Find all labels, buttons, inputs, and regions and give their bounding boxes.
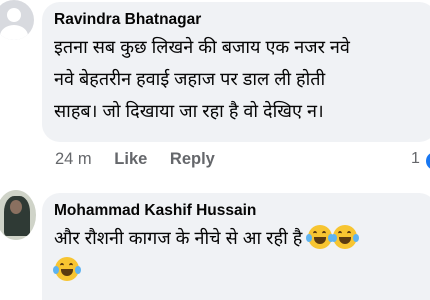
comment-timestamp[interactable]: 24 m bbox=[55, 150, 92, 168]
avatar-face bbox=[10, 200, 22, 214]
face-with-tears-of-joy-icon bbox=[306, 225, 335, 249]
comment-text-line: नवे बेहतरीन हवाई जहाज पर डाल ली होती bbox=[54, 69, 326, 89]
default-avatar-head bbox=[7, 8, 21, 22]
comment-text-line bbox=[53, 255, 425, 285]
like-button[interactable]: Like bbox=[114, 150, 147, 168]
comment-author[interactable]: Ravindra Bhatnagar bbox=[54, 10, 425, 30]
comment-author[interactable]: Mohammad Kashif Hussain bbox=[54, 201, 425, 221]
comment-bubble: Ravindra Bhatnagar इतना सब कुछ लिखने की … bbox=[42, 2, 430, 142]
comment-text-line: और रौशनी कागज के नीचे से आ रही है bbox=[54, 223, 425, 253]
comment-text-line: साहब। जो दिखाया जा रहा है वो देखिए न। bbox=[54, 101, 324, 121]
face-with-tears-of-joy-icon bbox=[331, 225, 360, 249]
like-reaction-icon[interactable] bbox=[424, 150, 430, 172]
default-avatar-body bbox=[0, 25, 28, 40]
comment-bubble: Mohammad Kashif Hussain और रौशनी कागज के… bbox=[42, 193, 430, 300]
comment-text: और रौशनी कागज के नीचे से आ रही है bbox=[54, 228, 303, 248]
comment-actions: 24 m Like Reply bbox=[55, 148, 233, 170]
reaction-count[interactable]: 1 bbox=[411, 148, 420, 170]
face-with-tears-of-joy-icon bbox=[53, 257, 81, 281]
reply-button[interactable]: Reply bbox=[170, 150, 215, 168]
comment-text-line: इतना सब कुछ लिखने की बजाय एक नजर नवे bbox=[54, 37, 350, 57]
avatar-placeholder[interactable] bbox=[0, 0, 34, 40]
avatar[interactable] bbox=[0, 190, 36, 240]
